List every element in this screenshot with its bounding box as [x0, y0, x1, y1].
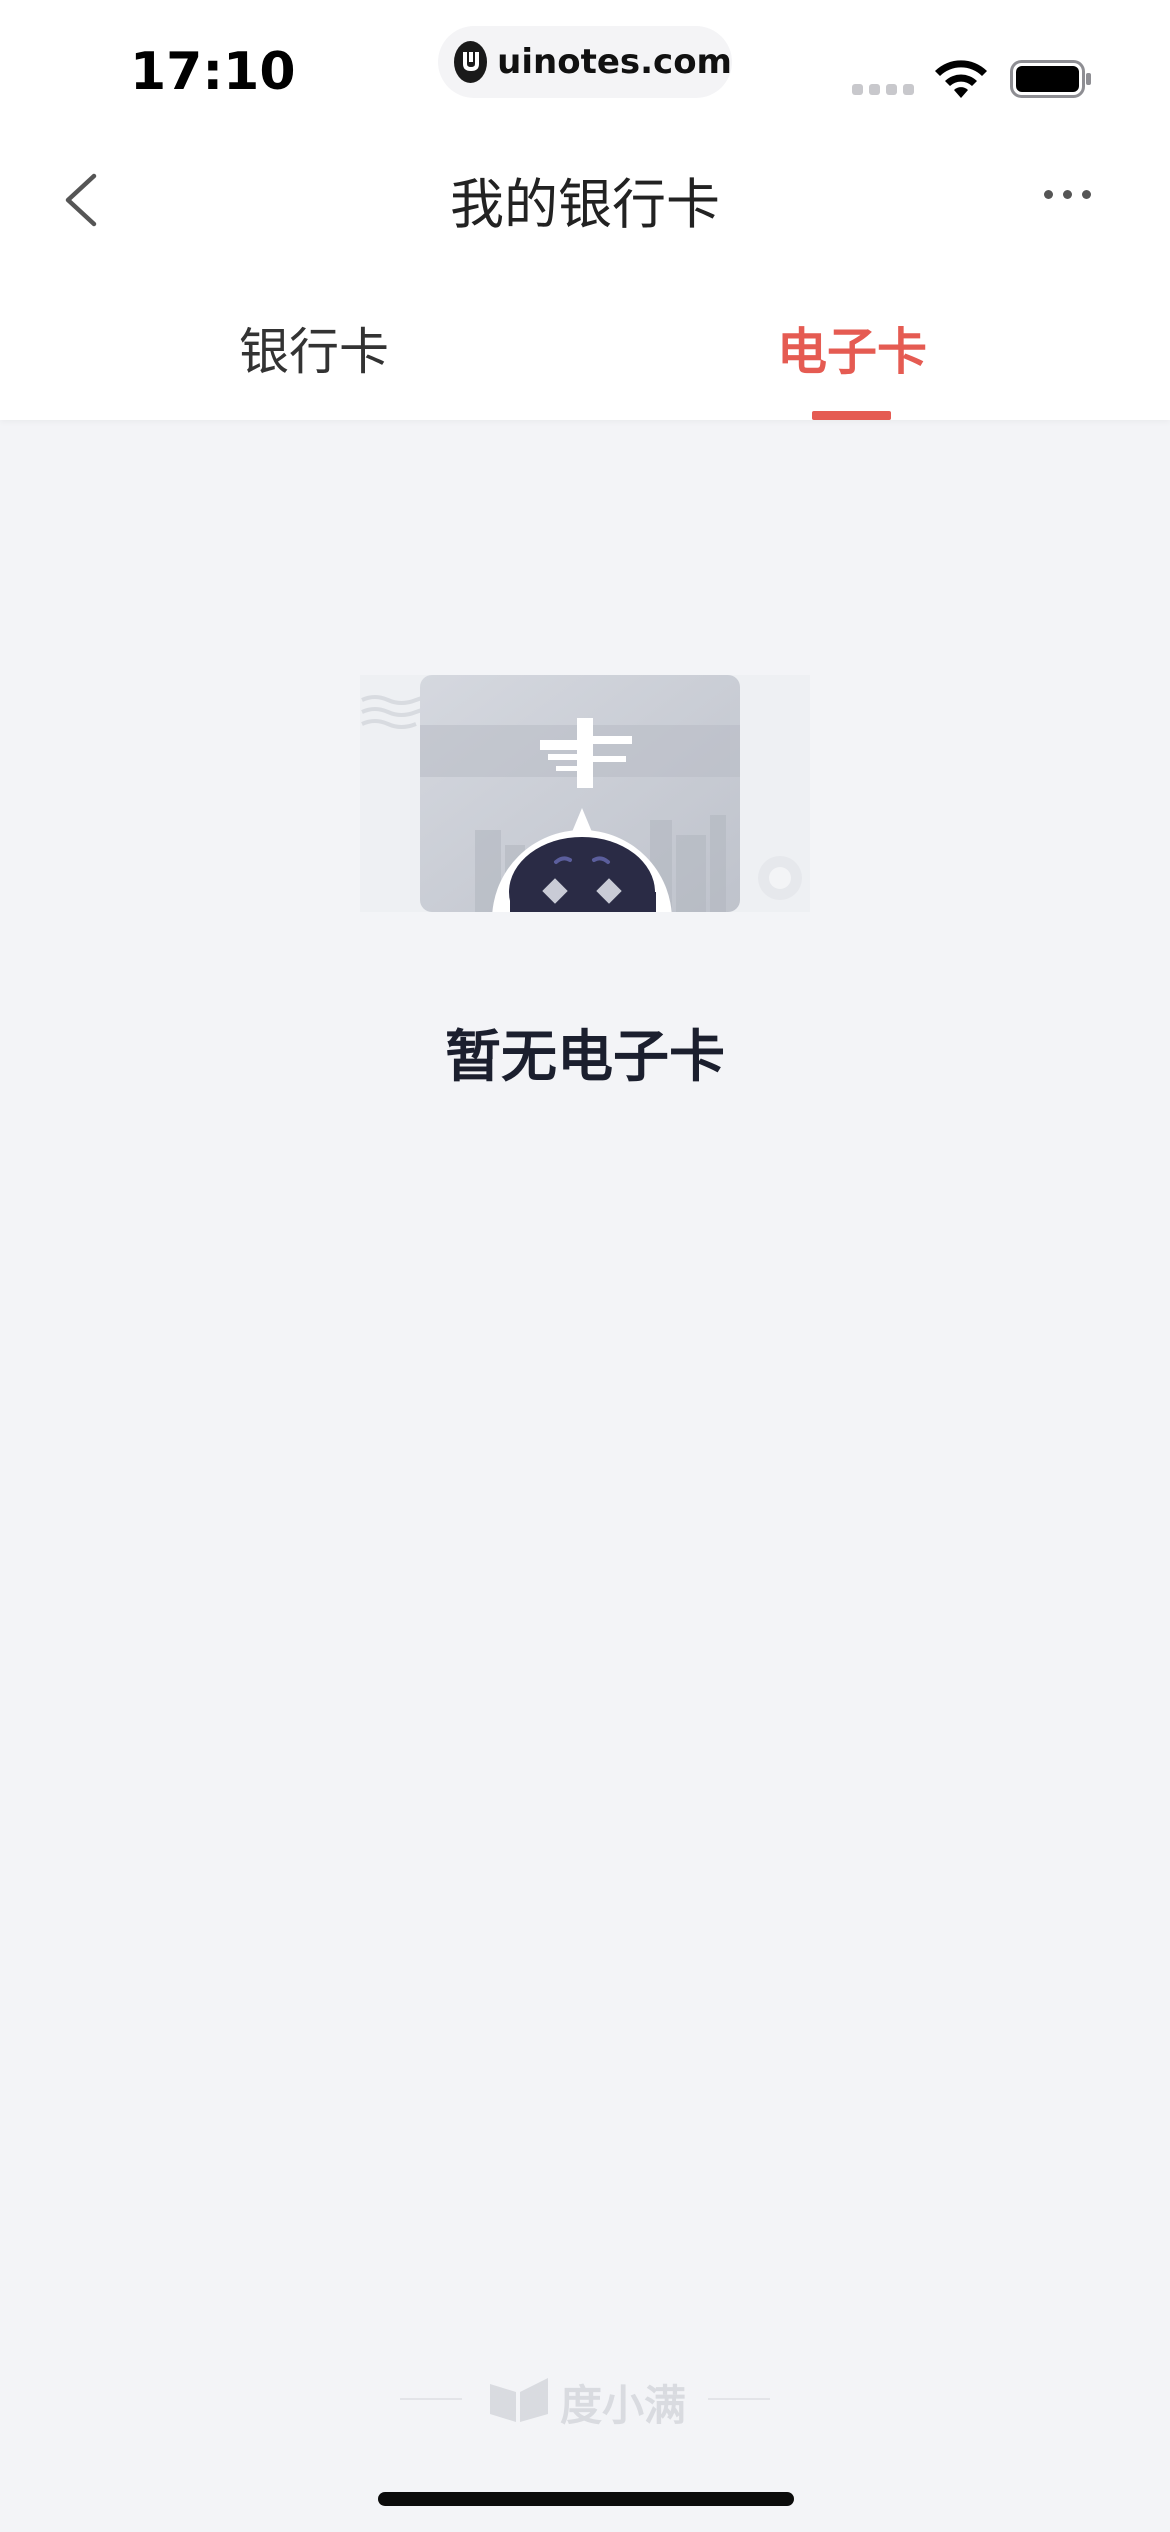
tab-e-card[interactable]: 电子卡 — [702, 312, 1002, 384]
tab-bank-card[interactable]: 银行卡 — [164, 312, 464, 384]
empty-card-robot-illustration — [360, 675, 810, 912]
url-text: uinotes.com — [497, 42, 732, 82]
tab-active-indicator — [812, 411, 891, 420]
page-title: 我的银行卡 — [450, 173, 720, 236]
du-xiaoman-logo-icon — [490, 2378, 548, 2422]
battery-icon — [1010, 60, 1091, 98]
url-pill[interactable]: uinotes.com — [438, 26, 732, 98]
site-logo-icon — [454, 41, 488, 83]
home-indicator — [378, 2492, 794, 2506]
more-button[interactable] — [1044, 190, 1091, 199]
more-dots-icon — [1044, 190, 1053, 199]
footer-brand: 度小满 — [400, 2368, 770, 2430]
signal-icon — [852, 84, 914, 95]
footer-divider-right — [708, 2398, 770, 2400]
page: 17:10 uinotes.com 我的银行卡 银行卡 电子卡 暂无电子卡 度小… — [0, 0, 1170, 2532]
footer-divider-left — [400, 2398, 462, 2400]
wifi-icon — [935, 60, 987, 98]
empty-state-message: 暂无电子卡 — [445, 1025, 725, 1090]
status-time: 17:10 — [130, 42, 296, 102]
header-area: 17:10 uinotes.com 我的银行卡 银行卡 电子卡 — [0, 0, 1170, 420]
footer-brand-text: 度小满 — [560, 2381, 687, 2430]
